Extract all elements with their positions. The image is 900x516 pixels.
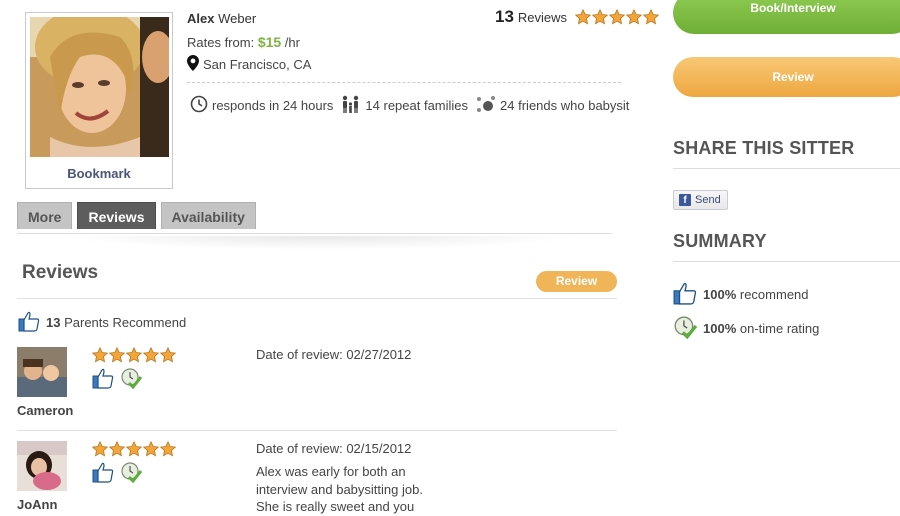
star-icon [92, 347, 108, 363]
map-pin-icon [187, 55, 199, 74]
thumbs-up-icon [92, 367, 114, 392]
review-button[interactable]: Review [673, 57, 900, 97]
review-stars [92, 347, 176, 363]
thumbs-up-icon [673, 281, 697, 308]
recommend-label: Parents Recommend [64, 315, 187, 330]
star-icon [643, 9, 660, 25]
clock-icon [190, 95, 208, 116]
star-icon [160, 441, 176, 457]
bookmark-link[interactable]: Bookmark [26, 166, 172, 181]
star-icon [626, 9, 643, 25]
rate-price: $15 [257, 34, 282, 50]
divider [17, 298, 617, 299]
divider [673, 168, 900, 169]
star-icon [109, 441, 125, 457]
star-icon [160, 347, 176, 363]
on-time-clock-check-icon [120, 367, 143, 392]
review-badges [92, 367, 143, 392]
sitter-last-name: Weber [218, 11, 257, 26]
facebook-icon: f [679, 194, 691, 206]
recommend-text: recommend [739, 287, 809, 302]
on-time-text: on-time rating [739, 321, 820, 336]
divider [17, 430, 617, 431]
responds-stat: responds in 24 hours [190, 95, 333, 116]
friends-stat: 24 friends who babysit [476, 95, 629, 116]
thumbs-up-icon [92, 461, 114, 486]
parents-recommend: 13 Parents Recommend [18, 310, 186, 335]
review-stars [92, 441, 176, 457]
location: San Francisco, CA [187, 55, 311, 74]
reviews-heading: Reviews [22, 262, 99, 283]
write-review-button[interactable]: Review [536, 271, 617, 292]
star-icon [143, 347, 159, 363]
on-time-clock-check-icon [120, 461, 143, 486]
thumbs-up-icon [18, 310, 40, 335]
review-text: Alex was early for both an interview and… [256, 464, 423, 514]
profile-tabs: More Reviews Availability [17, 202, 256, 229]
family-icon [341, 95, 361, 116]
star-icon [592, 9, 609, 25]
reviewer-name[interactable]: Cameron [17, 403, 73, 418]
reviewer-name[interactable]: JoAnn [17, 497, 57, 512]
review-summary[interactable]: 13 Reviews [495, 7, 660, 27]
star-icon [92, 441, 108, 457]
repeat-families-stat: 14 repeat families [341, 95, 468, 116]
reviewer-avatar[interactable] [17, 347, 67, 397]
rates-label: Rates from: [187, 35, 255, 50]
reviewer-avatar[interactable] [17, 441, 67, 491]
star-icon [126, 441, 142, 457]
sitter-first-name: Alex [187, 11, 215, 26]
rating-stars [575, 9, 660, 25]
star-icon [126, 347, 142, 363]
book-interview-label: Book/Interview [750, 1, 836, 15]
star-icon [609, 9, 626, 25]
divider [673, 261, 900, 262]
tab-more[interactable]: More [17, 202, 73, 229]
review-date: Date of review: 02/15/2012 [256, 441, 412, 456]
facebook-send-button[interactable]: f Send [673, 190, 728, 210]
recommend-count: 13 [46, 315, 61, 330]
friends-text: 24 friends who babysit [500, 98, 630, 113]
repeat-families-text: 14 repeat families [365, 98, 469, 113]
responds-text: responds in 24 hours [212, 98, 334, 113]
tab-shadow [60, 236, 580, 250]
star-icon [143, 441, 159, 457]
send-label: Send [695, 194, 721, 206]
tab-divider [17, 233, 612, 234]
on-time-percent: 100% [703, 321, 737, 336]
summary-heading: SUMMARY [673, 231, 767, 251]
share-heading: SHARE THIS SITTER [673, 138, 855, 158]
location-text: San Francisco, CA [203, 57, 312, 72]
star-icon [575, 9, 592, 25]
rates: Rates from: $15 /hr [187, 34, 300, 50]
tab-availability[interactable]: Availability [160, 202, 256, 229]
profile-photo-card: Bookmark [25, 12, 173, 189]
review-badges [92, 461, 143, 486]
review-date: Date of review: 02/27/2012 [256, 347, 412, 362]
sitter-name: Alex Weber [187, 11, 256, 26]
recommend-percent: 100% [703, 287, 737, 302]
friends-network-icon [476, 95, 496, 116]
profile-photo[interactable] [30, 17, 169, 157]
star-icon [109, 347, 125, 363]
review-count: 13 [495, 7, 514, 26]
rate-unit: /hr [284, 35, 300, 50]
on-time-clock-check-icon [673, 315, 698, 342]
book-interview-button[interactable]: Book/Interview [673, 0, 900, 34]
tab-reviews[interactable]: Reviews [77, 202, 156, 229]
reviews-label: Reviews [517, 9, 568, 25]
divider [187, 82, 621, 83]
sitter-stats: responds in 24 hours 14 repeat families … [190, 95, 631, 116]
summary-recommend: 100% recommend [673, 281, 809, 308]
summary-on-time: 100% on-time rating [673, 315, 819, 342]
